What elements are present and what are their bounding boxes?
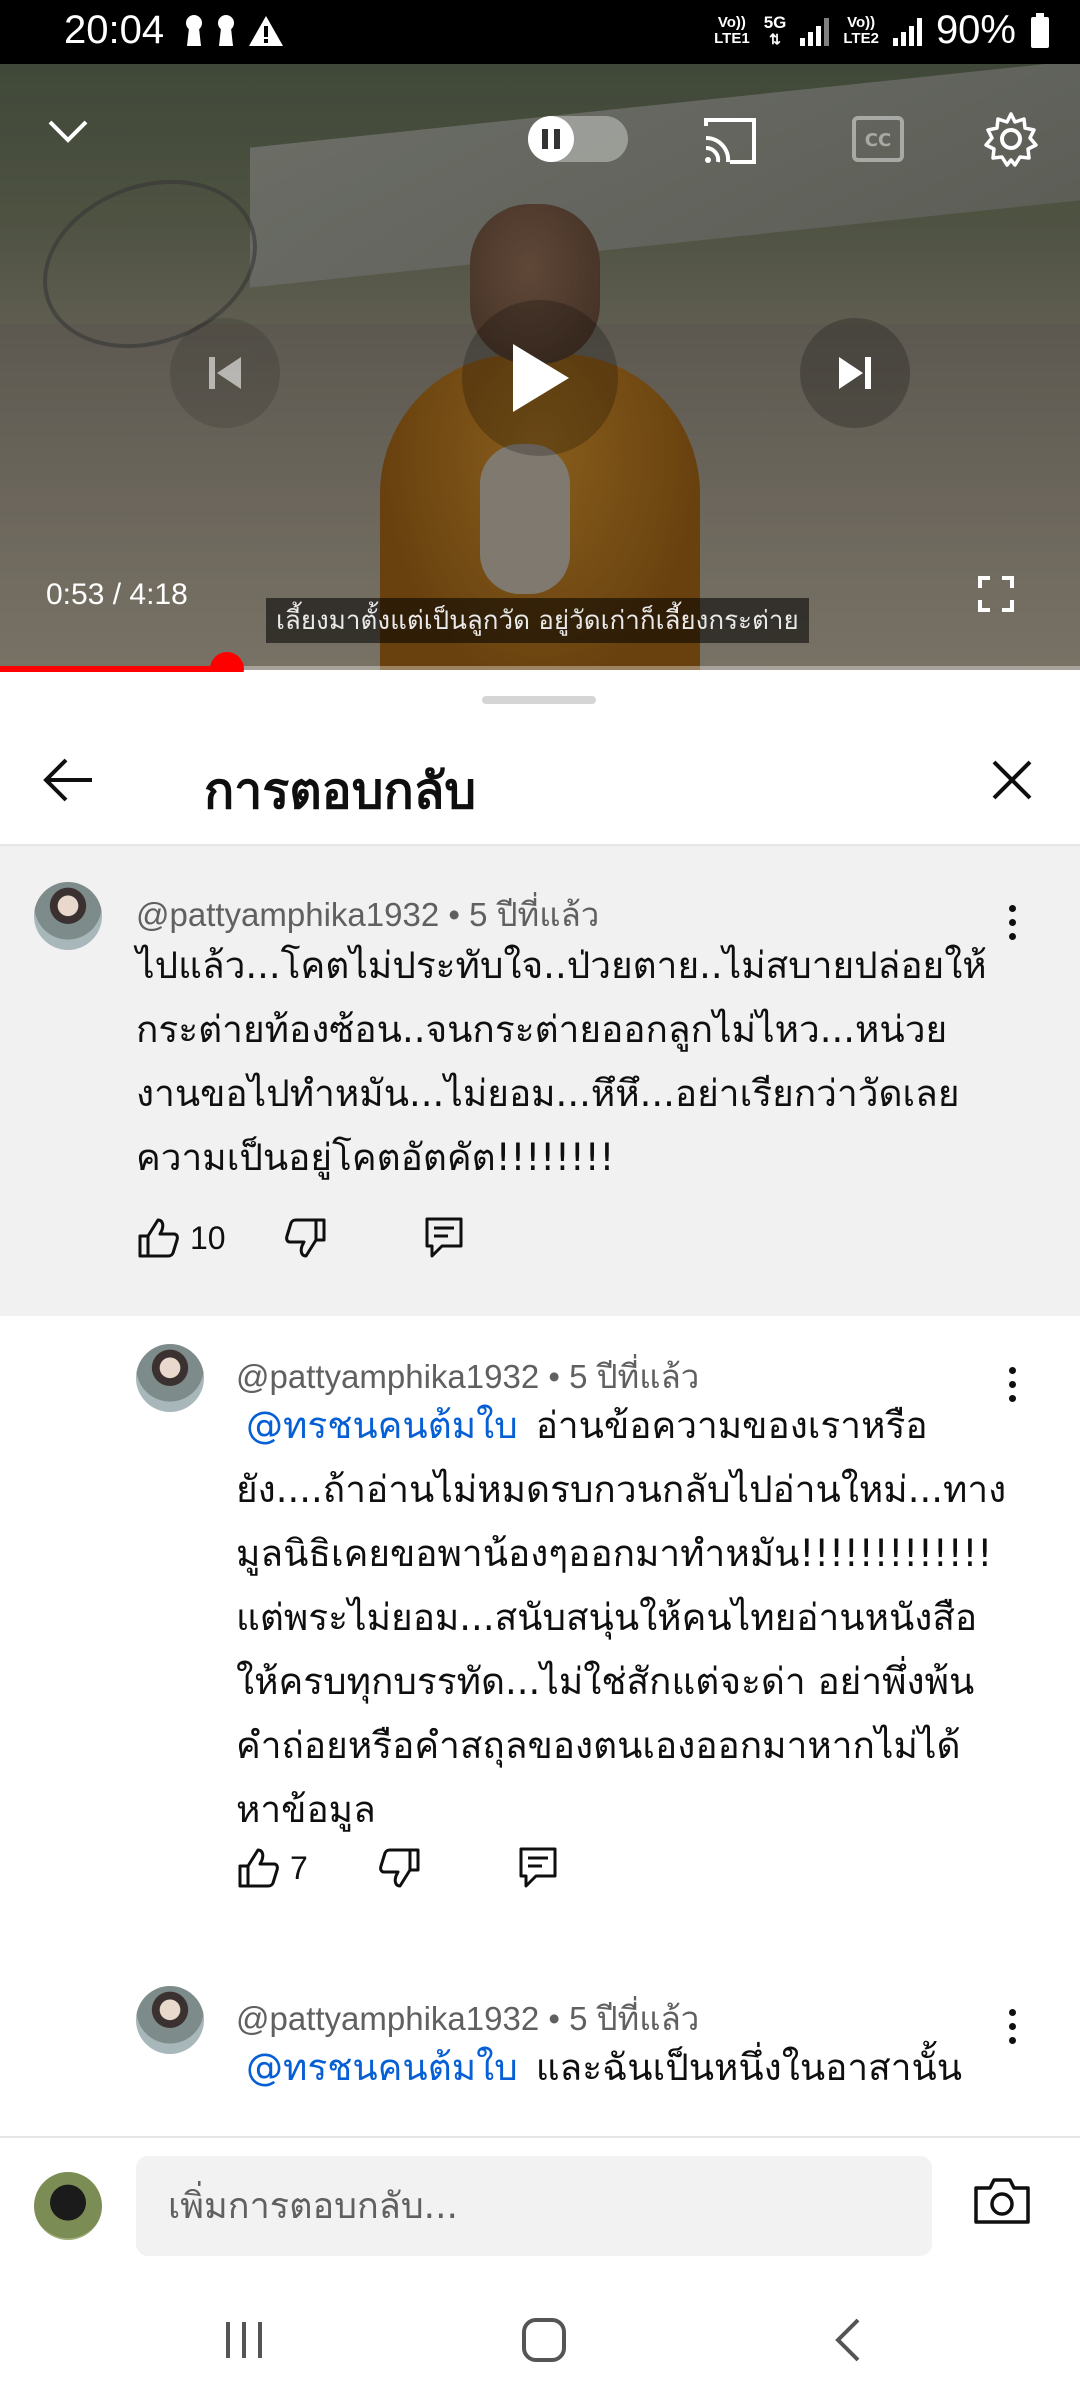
keyhole-icon xyxy=(186,15,202,46)
play-button[interactable] xyxy=(462,300,618,456)
mention-link[interactable]: @ทรชนคนต้มใบ xyxy=(246,1404,518,1447)
avatar[interactable] xyxy=(136,1344,204,1412)
video-time: 0:53 / 4:18 xyxy=(46,578,188,611)
thumb-up-icon[interactable] xyxy=(136,1216,180,1260)
recents-nav-icon[interactable] xyxy=(222,2318,266,2362)
home-nav-icon[interactable] xyxy=(520,2316,568,2364)
next-button[interactable] xyxy=(800,318,910,428)
sheet-header: การตอบกลับ xyxy=(0,712,1080,844)
warning-icon xyxy=(249,16,283,46)
cc-icon[interactable]: CC xyxy=(852,116,904,162)
pause-icon xyxy=(528,116,574,162)
status-left-icons xyxy=(184,14,284,48)
mention-link[interactable]: @ทรชนคนต้มใบ xyxy=(246,2046,518,2089)
comment-text: ไปแล้ว...โคตไม่ประทับใจ..ป่วยตาย..ไม่สบา… xyxy=(136,944,987,1179)
status-right-icons: Vo)) LTE1 5G ⇅ Vo)) LTE2 90% xyxy=(714,8,1050,53)
avatar[interactable] xyxy=(34,882,102,950)
previous-button[interactable] xyxy=(170,318,280,428)
like-count: 7 xyxy=(290,1849,308,1886)
keyhole-icon xyxy=(218,15,234,46)
like-count: 10 xyxy=(190,1219,226,1256)
chevron-down-icon[interactable] xyxy=(46,116,90,146)
system-nav-bar xyxy=(0,2274,1080,2408)
comment-actions: 10 xyxy=(136,1216,464,1260)
camera-icon[interactable] xyxy=(972,2176,1032,2226)
comment-actions: 7 xyxy=(236,1846,558,1890)
reply-item: @pattyamphika1932 • 5 ปีที่แล้ว @ทรชนคนต… xyxy=(0,1316,1080,1888)
drag-handle[interactable] xyxy=(482,696,596,704)
autoplay-toggle[interactable] xyxy=(528,116,628,162)
comment-text: @ทรชนคนต้มใบ และฉันเป็นหนึ่งในอาสานั้น xyxy=(246,2046,963,2089)
reply-input[interactable] xyxy=(136,2156,932,2256)
thumb-up-icon[interactable] xyxy=(236,1846,280,1890)
signal-bars-icon xyxy=(800,16,830,46)
thumb-down-icon[interactable] xyxy=(284,1216,328,1260)
thumb-down-icon[interactable] xyxy=(378,1846,422,1890)
more-vert-icon[interactable] xyxy=(992,1996,1032,2056)
network-lte2: Vo)) LTE2 xyxy=(843,13,879,47)
reply-icon[interactable] xyxy=(518,1846,558,1890)
status-bar: 20:04 Vo)) LTE1 5G ⇅ Vo)) LTE2 90% xyxy=(0,0,1080,64)
fullscreen-icon[interactable] xyxy=(978,576,1014,612)
back-nav-icon[interactable] xyxy=(832,2316,862,2364)
network-5g: 5G ⇅ xyxy=(763,12,787,47)
battery-percent: 90% xyxy=(935,8,1016,52)
video-caption: เลี้ยงมาตั้งแต่เป็นลูกวัด อยู่วัดเก่าก็เ… xyxy=(266,598,809,643)
signal-bars-icon xyxy=(892,16,922,46)
reply-icon[interactable] xyxy=(424,1216,464,1260)
previous-icon xyxy=(209,357,241,389)
settings-gear-icon[interactable] xyxy=(982,110,1040,168)
play-icon xyxy=(513,344,569,412)
back-arrow-icon[interactable] xyxy=(40,756,96,804)
close-icon[interactable] xyxy=(990,758,1034,802)
avatar xyxy=(34,2172,102,2240)
reply-input-bar xyxy=(0,2136,1080,2274)
avatar[interactable] xyxy=(136,1986,204,2054)
reply-item: @pattyamphika1932 • 5 ปีที่แล้ว @ทรชนคนต… xyxy=(0,1962,1080,2136)
next-icon xyxy=(839,357,871,389)
status-time: 20:04 xyxy=(64,8,165,52)
video-player[interactable]: CC 0:53 / 4:18 เลี้ยงมาตั้งแต่เป็นลูกวัด… xyxy=(0,64,1080,670)
cast-icon[interactable] xyxy=(700,116,760,166)
parent-comment: @pattyamphika1932 • 5 ปีที่แล้ว ไปแล้ว..… xyxy=(0,846,1080,1316)
more-vert-icon[interactable] xyxy=(992,892,1032,952)
svg-text:CC: CC xyxy=(865,130,891,151)
sheet-title: การตอบกลับ xyxy=(204,762,477,820)
comment-text: @ทรชนคนต้มใบ อ่านข้อความของเราหรือ ยัง...… xyxy=(236,1404,1007,1831)
network-lte1: Vo)) LTE1 xyxy=(714,13,750,47)
battery-icon xyxy=(1031,12,1049,48)
